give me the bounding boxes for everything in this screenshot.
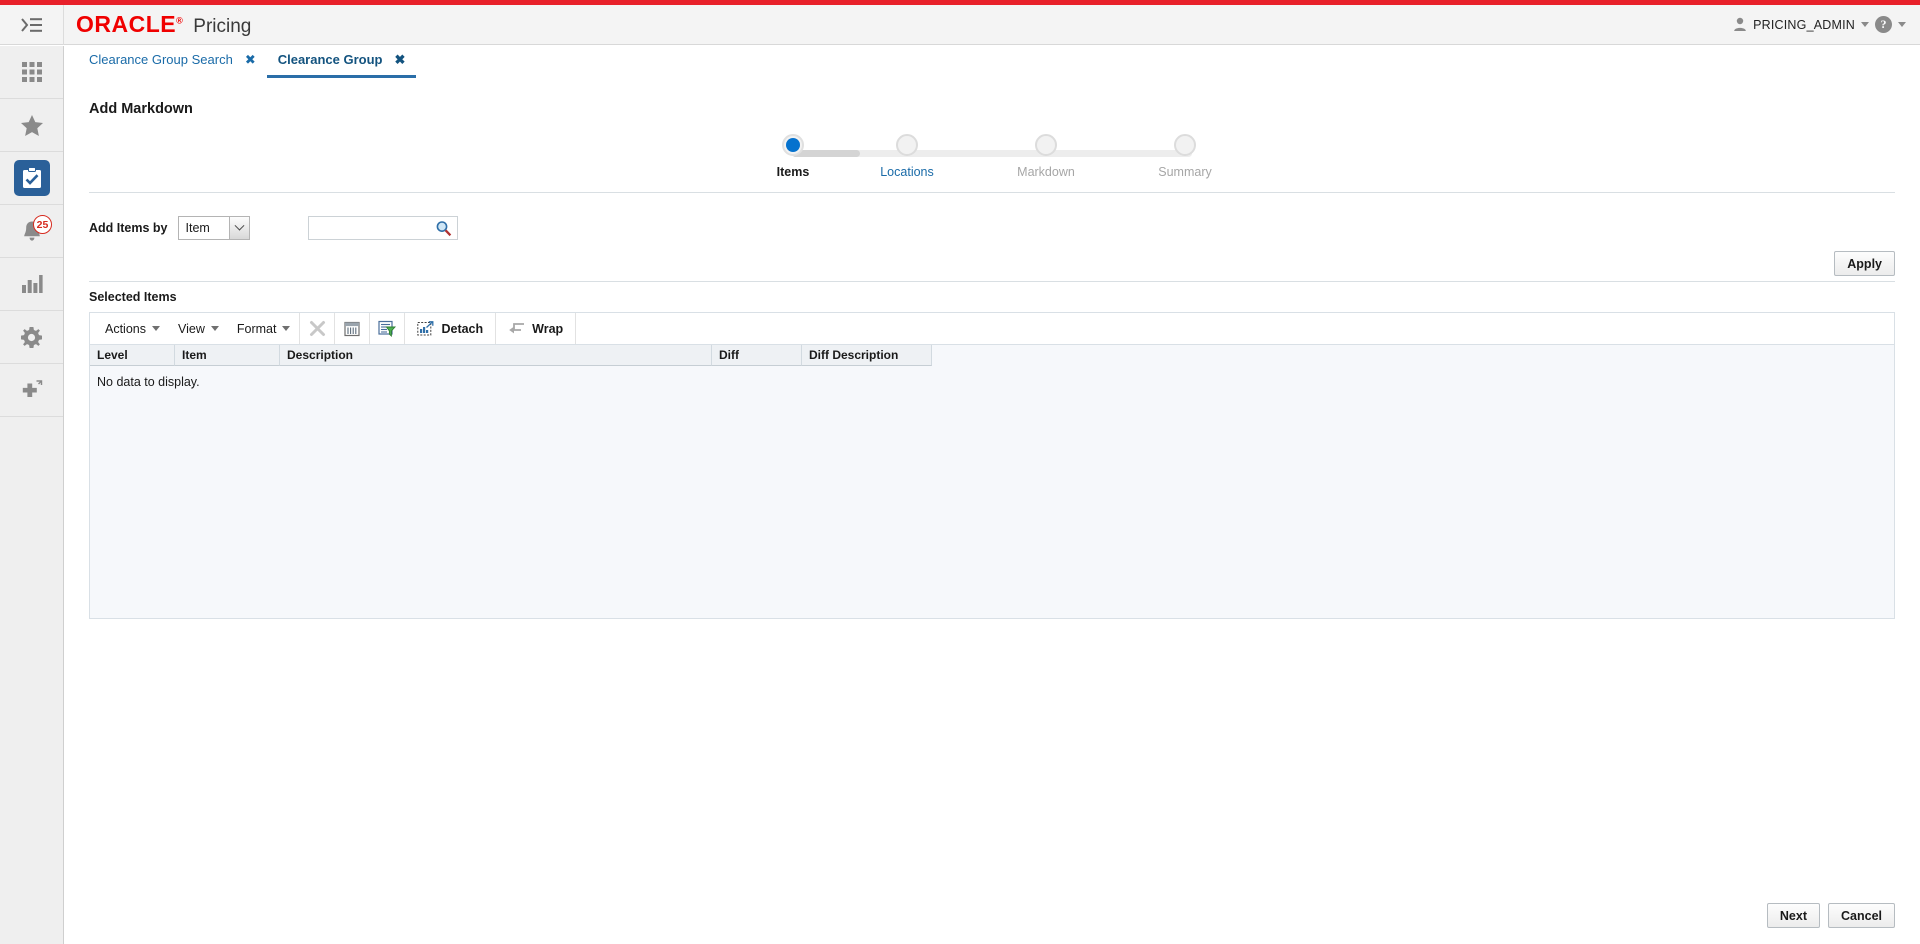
chevron-down-icon	[152, 326, 160, 331]
wrap-button[interactable]: Wrap	[496, 313, 575, 344]
wrap-label: Wrap	[532, 322, 563, 336]
add-items-by-label: Add Items by	[89, 221, 168, 235]
page-title: Add Markdown	[89, 101, 193, 117]
detach-button[interactable]: Detach	[405, 313, 495, 344]
step-label: Locations	[880, 165, 934, 179]
add-items-row: Add Items by Item	[89, 216, 458, 240]
step-label: Markdown	[1017, 165, 1075, 179]
actions-label: Actions	[105, 322, 146, 336]
clipboard-check-icon	[22, 167, 42, 189]
step-dot-icon	[782, 134, 804, 156]
view-label: View	[178, 322, 205, 336]
divider-top	[89, 192, 1895, 193]
actions-menu[interactable]: Actions	[96, 313, 169, 344]
chevron-down-icon	[211, 326, 219, 331]
sidebar-item-settings[interactable]	[0, 311, 63, 364]
add-items-by-select[interactable]: Item	[178, 216, 250, 240]
table-header-row: Level Item Description Diff Diff Descrip…	[90, 345, 1894, 366]
cancel-button[interactable]: Cancel	[1828, 903, 1895, 928]
train-step-items[interactable]: Items	[738, 134, 848, 179]
step-label: Items	[777, 165, 810, 179]
sidebar-item-create[interactable]	[0, 364, 63, 417]
tab-clearance-group-search[interactable]: Clearance Group Search ✖	[78, 48, 267, 78]
oracle-logo: ORACLE®	[76, 11, 183, 38]
help-icon: ?	[1875, 16, 1892, 33]
chevron-down-icon	[229, 217, 249, 239]
column-header-diff-description[interactable]: Diff Description	[802, 345, 932, 366]
table-empty-message: No data to display.	[90, 366, 1894, 389]
table-toolbar: Actions View Format	[90, 313, 1894, 345]
apply-button[interactable]: Apply	[1834, 251, 1895, 276]
plus-arrow-icon	[20, 379, 44, 401]
active-tile	[14, 160, 50, 196]
star-icon	[20, 114, 44, 137]
format-label: Format	[237, 322, 277, 336]
view-menu[interactable]: View	[169, 313, 228, 344]
next-button[interactable]: Next	[1767, 903, 1820, 928]
tab-bar: Clearance Group Search ✖ Clearance Group…	[64, 46, 1920, 78]
chevron-down-icon	[282, 326, 290, 331]
divider-apply	[89, 281, 1895, 282]
global-header: ORACLE® Pricing PRICING_ADMIN ?	[0, 5, 1920, 45]
toolbar-separator	[575, 313, 576, 344]
selected-items-title: Selected Items	[89, 290, 177, 304]
sidebar-item-notifications[interactable]: 25	[0, 205, 63, 258]
step-dot-icon	[1035, 134, 1057, 156]
sidebar-item-reports[interactable]	[0, 258, 63, 311]
format-menu[interactable]: Format	[228, 313, 300, 344]
left-sidebar: 25	[0, 46, 64, 944]
tab-clearance-group[interactable]: Clearance Group ✖	[267, 48, 417, 78]
notification-badge: 25	[33, 215, 52, 234]
item-search-box[interactable]	[308, 216, 458, 240]
sidebar-item-tasks[interactable]	[0, 152, 63, 205]
delete-button[interactable]	[300, 313, 334, 344]
user-menu[interactable]: PRICING_ADMIN	[1733, 17, 1869, 32]
search-icon[interactable]	[435, 220, 452, 237]
chevron-down-icon	[1861, 22, 1869, 27]
sidebar-item-favorites[interactable]	[0, 99, 63, 152]
header-right: PRICING_ADMIN ?	[1733, 16, 1920, 33]
apps-grid-icon	[21, 61, 43, 83]
column-header-description[interactable]: Description	[280, 345, 712, 366]
menu-toggle-button[interactable]	[0, 5, 64, 45]
footer-buttons: Next Cancel	[1767, 903, 1895, 928]
filter-button[interactable]	[370, 313, 404, 344]
selected-items-panel: Actions View Format	[89, 312, 1895, 619]
detach-label: Detach	[441, 322, 483, 336]
page-content: Add Markdown Items Locations Markdown	[64, 78, 1920, 944]
column-header-level[interactable]: Level	[90, 345, 175, 366]
train-step-summary: Summary	[1130, 134, 1240, 179]
brand: ORACLE® Pricing	[76, 11, 251, 38]
delete-x-icon	[309, 320, 326, 337]
step-dot-icon	[896, 134, 918, 156]
filter-icon	[378, 320, 396, 337]
columns-button[interactable]	[335, 313, 369, 344]
chevron-down-icon	[1898, 22, 1906, 27]
train-step-markdown: Markdown	[991, 134, 1101, 179]
step-dot-icon	[1174, 134, 1196, 156]
bar-chart-icon	[21, 274, 43, 294]
tab-label: Clearance Group	[278, 52, 383, 67]
column-header-item[interactable]: Item	[175, 345, 280, 366]
user-name: PRICING_ADMIN	[1753, 18, 1855, 32]
close-icon[interactable]: ✖	[245, 53, 256, 66]
gear-icon	[20, 326, 43, 349]
user-icon	[1733, 17, 1747, 32]
select-value: Item	[186, 221, 210, 235]
train-step-locations[interactable]: Locations	[852, 134, 962, 179]
hamburger-icon	[20, 17, 44, 33]
tab-label: Clearance Group Search	[89, 52, 233, 67]
app-name: Pricing	[193, 16, 251, 38]
detach-icon	[417, 321, 434, 337]
wrap-icon	[508, 322, 525, 336]
step-label: Summary	[1158, 165, 1211, 179]
column-header-diff[interactable]: Diff	[712, 345, 802, 366]
close-icon[interactable]: ✖	[394, 53, 405, 66]
help-menu[interactable]: ?	[1875, 16, 1906, 33]
sidebar-item-apps[interactable]	[0, 46, 63, 99]
columns-icon	[344, 321, 360, 337]
